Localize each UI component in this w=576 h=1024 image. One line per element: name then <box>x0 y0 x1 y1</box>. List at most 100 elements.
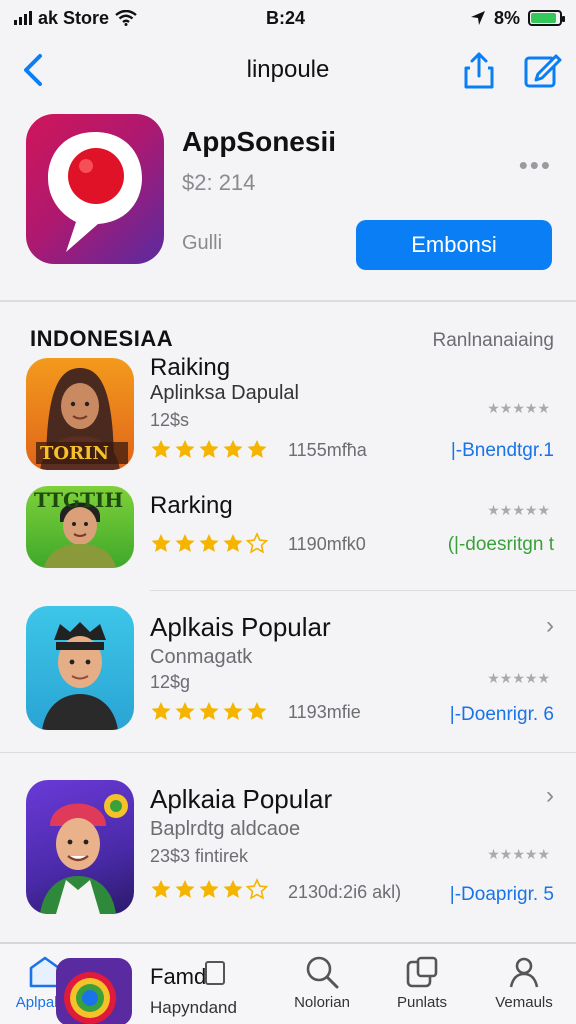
star-icon <box>199 702 219 720</box>
app-developer[interactable]: Gulli <box>182 232 222 255</box>
back-chevron-icon[interactable] <box>18 52 48 88</box>
row-title: Rarking <box>150 492 233 519</box>
row-title: Aplkais Popular <box>150 612 331 642</box>
row-size: 2130d:2i6 akl) <box>288 882 402 902</box>
app-icon-1-text: TORIN <box>40 443 109 464</box>
row-size: 1193mfie <box>288 702 361 722</box>
star-icon <box>151 702 171 720</box>
divider <box>150 590 576 591</box>
row-link[interactable]: |-Doaprigr. 5 <box>450 884 554 906</box>
featured-title: Famd <box>150 964 207 989</box>
star-icon <box>246 532 268 554</box>
row-size: 1155mfħa <box>288 440 367 460</box>
star-icon <box>175 702 195 720</box>
battery-fill <box>531 13 557 23</box>
wifi-icon <box>115 10 137 26</box>
row-subtitle: Baplrdtg aldcaoe <box>150 818 301 840</box>
small-star-rating: ★★★★★ <box>487 846 550 862</box>
battery-percent: 8% <box>493 7 520 28</box>
nav-bar: linpoule <box>0 44 576 96</box>
app-icon-2-text: TTGTIH <box>34 488 124 512</box>
list-item[interactable]: Aplkaia Popular Baplrdtg aldcaoe 23$3 fi… <box>0 776 576 916</box>
tab-label: Nolorian <box>294 994 350 1011</box>
app-icon-2: TTGTIH <box>26 486 134 568</box>
star-icon <box>151 880 171 898</box>
small-star-rating: ★★★★★ <box>487 670 550 686</box>
battery-icon <box>528 10 565 26</box>
star-rating <box>150 700 268 722</box>
star-rating <box>150 532 268 554</box>
status-bar: ak Store B:24 8% <box>0 0 576 36</box>
chevron-right-icon[interactable]: › <box>546 612 554 640</box>
star-icon <box>223 534 243 552</box>
location-icon <box>470 11 485 25</box>
see-all-link[interactable]: Ranlnanaiaing <box>433 330 555 352</box>
tab-label: Vemauls <box>495 994 553 1011</box>
section-title: INDONESIAA <box>30 326 174 351</box>
account-icon <box>509 957 539 988</box>
get-button[interactable]: Embonsi <box>356 220 552 270</box>
divider <box>0 752 576 753</box>
man-beanie-avatar-icon <box>40 794 128 914</box>
compose-icon[interactable] <box>522 50 562 90</box>
star-icon <box>199 534 219 552</box>
small-star-rating: ★★★★★ <box>487 502 550 518</box>
tab-search[interactable]: Nolorian <box>282 954 362 1011</box>
search-icon <box>306 956 339 989</box>
document-icon <box>205 961 225 985</box>
star-icon <box>246 878 268 900</box>
tab-account[interactable]: Vemauls <box>484 954 564 1011</box>
tab-label: Punlats <box>396 994 448 1011</box>
star-rating <box>150 878 268 900</box>
share-icon[interactable] <box>462 50 496 90</box>
colorful-ring-icon <box>64 972 116 1024</box>
featured-subtitle: Hapyndand <box>150 998 237 1017</box>
tab-apps[interactable]: Punlats <box>382 954 462 1011</box>
carrier-label: ak Store <box>38 7 110 28</box>
star-icon <box>247 440 267 458</box>
list-item[interactable]: Aplkais Popular Conmagatk 12$g 1193mfie … <box>0 604 576 734</box>
signal-icon <box>14 11 32 25</box>
star-icon <box>175 534 195 552</box>
row-subtitle: Conmagatk <box>150 646 253 668</box>
row-title: Raiking <box>150 354 231 381</box>
row-size: 1190mfk0 <box>288 534 366 554</box>
tab-bar: Aplpaldo Famd Hapyndand Nolorian Punlats <box>0 942 576 1024</box>
row-link[interactable]: |-Bnendtgr.1 <box>451 440 554 462</box>
page-title: linpoule <box>246 56 330 83</box>
app-header: AppSonesii $2: 214 Gulli ••• Embonsi <box>0 112 576 302</box>
row-meta: 12$g <box>150 672 191 692</box>
row-link[interactable]: (|-doesritgn t <box>448 534 554 556</box>
row-link[interactable]: |-Doenrigr. 6 <box>450 704 554 726</box>
star-icon <box>199 880 219 898</box>
row-subtitle: Aplinksa Dapulal <box>150 382 299 404</box>
list-item[interactable]: TTGTIH Rarking 1190mfk0 ★★★★★ (|-doesrit… <box>0 486 576 578</box>
app-price: $2: 214 <box>182 170 256 195</box>
star-icon <box>151 534 171 552</box>
list-item[interactable]: TORIN Raiking Aplinksa Dapulal 12$s 1155… <box>0 354 576 476</box>
clock: B:24 <box>266 7 306 28</box>
star-icon <box>175 440 195 458</box>
star-icon <box>223 880 243 898</box>
star-icon <box>175 880 195 898</box>
man-cap-avatar-icon <box>42 622 118 730</box>
row-title: Aplkaia Popular <box>150 784 333 814</box>
row-meta: 12$s <box>150 410 190 430</box>
app-icon-1: TORIN <box>26 358 134 470</box>
app-icon-3 <box>26 606 134 730</box>
star-rating <box>150 438 268 460</box>
row-meta: 23$3 fintirek <box>150 846 249 866</box>
star-icon <box>199 440 219 458</box>
chevron-right-icon[interactable]: › <box>546 782 554 810</box>
star-icon <box>223 702 243 720</box>
app-icon[interactable] <box>26 114 164 264</box>
star-icon <box>223 440 243 458</box>
featured-app-icon[interactable] <box>56 958 132 1024</box>
app-icon-4 <box>26 780 134 914</box>
app-name: AppSonesii <box>182 126 337 157</box>
star-icon <box>151 440 171 458</box>
small-star-rating: ★★★★★ <box>487 400 550 416</box>
more-icon[interactable]: ••• <box>519 150 552 181</box>
star-icon <box>247 702 267 720</box>
chat-bubble-icon <box>48 132 142 252</box>
